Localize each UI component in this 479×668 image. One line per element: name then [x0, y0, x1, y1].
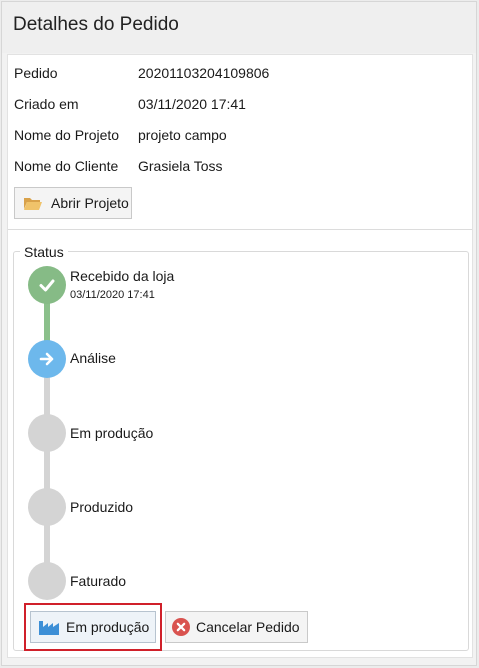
arrow-right-icon [39, 352, 54, 366]
order-number-label: Pedido [14, 65, 58, 81]
order-details-window: Detalhes do Pedido Pedido 20201103204109… [1, 1, 477, 666]
check-icon [39, 279, 55, 292]
client-name-row: Nome do Cliente Grasiela Toss [14, 158, 454, 178]
step-invoiced-circle [28, 562, 66, 600]
step-in-production-label: Em produção [70, 425, 154, 441]
header: Detalhes do Pedido [2, 2, 476, 53]
step-received-date: 03/11/2020 17:41 [70, 289, 155, 301]
client-name-value: Grasiela Toss [138, 158, 223, 174]
created-at-value: 03/11/2020 17:41 [138, 96, 246, 112]
cancel-order-button[interactable]: Cancelar Pedido [165, 611, 308, 643]
step-produced-label: Produzido [70, 499, 134, 515]
progress-track-pending [44, 365, 50, 585]
status-legend: Status [20, 244, 68, 260]
open-project-button[interactable]: Abrir Projeto [14, 187, 132, 219]
step-received-circle [28, 266, 66, 304]
project-name-value: projeto campo [138, 127, 227, 143]
status-group [13, 251, 469, 651]
step-produced-circle [28, 488, 66, 526]
in-production-button[interactable]: Em produção [30, 611, 156, 643]
order-number-row: Pedido 20201103204109806 [14, 65, 454, 85]
cancel-order-label: Cancelar Pedido [196, 619, 300, 635]
folder-open-icon [23, 195, 43, 211]
order-details-panel: Pedido 20201103204109806 Criado em 03/11… [7, 54, 473, 658]
factory-icon [38, 618, 60, 636]
step-analysis-label: Análise [70, 350, 116, 366]
project-name-label: Nome do Projeto [14, 127, 120, 143]
cancel-icon [172, 618, 190, 636]
project-name-row: Nome do Projeto projeto campo [14, 127, 454, 147]
page-title: Detalhes do Pedido [13, 14, 179, 35]
in-production-label: Em produção [66, 619, 150, 635]
created-at-label: Criado em [14, 96, 79, 112]
open-project-label: Abrir Projeto [51, 195, 129, 211]
client-name-label: Nome do Cliente [14, 158, 119, 174]
divider [8, 229, 472, 230]
step-invoiced-label: Faturado [70, 573, 127, 589]
created-at-row: Criado em 03/11/2020 17:41 [14, 96, 454, 116]
step-received-label: Recebido da loja [70, 268, 175, 284]
step-analysis-circle [28, 340, 66, 378]
step-in-production-circle [28, 414, 66, 452]
order-number-value: 20201103204109806 [138, 65, 270, 81]
